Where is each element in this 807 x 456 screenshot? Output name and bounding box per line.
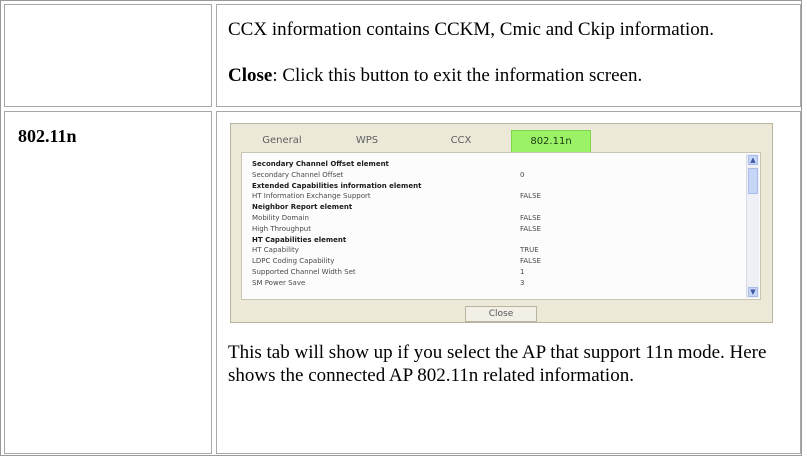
info-section-header: HT Capabilities element [252, 235, 732, 246]
info-value: FALSE [520, 192, 541, 201]
info-row: HT Information Exchange Support FALSE [252, 191, 732, 202]
table-cell-empty [4, 4, 212, 107]
info-section-header: Extended Capabilities information elemen… [252, 181, 732, 192]
embedded-screenshot: General WPS CCX 802.11n Secondary Channe… [230, 123, 773, 323]
info-key: HT Capabilities element [252, 235, 347, 244]
scroll-up-arrow-icon[interactable]: ▲ [748, 155, 758, 165]
close-definition: : Click this button to exit the informat… [272, 65, 643, 86]
info-key: LDPC Coding Capability [252, 257, 335, 266]
info-key: Neighbor Report element [252, 203, 353, 212]
info-value: FALSE [520, 257, 541, 266]
table-cell-ccx-description: CCX information contains CCKM, Cmic and … [216, 4, 801, 107]
info-row: SM Power Save 3 [252, 278, 732, 289]
document-table: CCX information contains CCKM, Cmic and … [0, 0, 802, 456]
table-cell-80211n-content: General WPS CCX 802.11n Secondary Channe… [216, 111, 801, 454]
info-value: 1 [520, 267, 525, 276]
tab-bar: General WPS CCX 802.11n [241, 130, 761, 153]
tab-80211n[interactable]: 802.11n [511, 130, 591, 153]
info-key: HT Information Exchange Support [252, 192, 371, 201]
vertical-scrollbar[interactable]: ▲ ▼ [746, 154, 759, 298]
info-row: LDPC Coding Capability FALSE [252, 256, 732, 267]
info-value: FALSE [520, 213, 541, 222]
info-key: Secondary Channel Offset [252, 170, 344, 179]
info-key: Secondary Channel Offset element [252, 160, 389, 168]
info-key: SM Power Save [252, 278, 306, 287]
tab-wps[interactable]: WPS [323, 130, 411, 153]
info-section-header: Neighbor Report element [252, 202, 732, 213]
scroll-thumb[interactable] [748, 168, 758, 194]
close-button[interactable]: Close [465, 306, 537, 322]
info-key: High Throughput [252, 224, 311, 233]
info-value: TRUE [520, 246, 539, 255]
80211n-description-paragraph: This tab will show up if you select the … [228, 342, 767, 386]
close-term: Close [228, 65, 273, 86]
table-cell-80211n-label: 802.11n [4, 111, 212, 454]
info-value: FALSE [520, 224, 541, 233]
info-key: Supported Channel Width Set [252, 267, 356, 276]
info-key: Mobility Domain [252, 213, 309, 222]
info-row: Secondary Channel Offset 0 [252, 170, 732, 181]
info-list: Secondary Channel Offset element Secondar… [252, 159, 732, 289]
ccx-info-paragraph: CCX information contains CCKM, Cmic and … [228, 19, 715, 40]
section-heading-80211n: 802.11n [18, 126, 77, 146]
info-key: HT Capability [252, 246, 299, 255]
close-description-paragraph: Close: Click this button to exit the inf… [228, 64, 788, 87]
info-row: High Throughput FALSE [252, 224, 732, 235]
info-list-panel: Secondary Channel Offset element Secondar… [241, 152, 761, 300]
info-value: 0 [520, 170, 525, 179]
tab-general[interactable]: General [241, 130, 323, 153]
tab-ccx[interactable]: CCX [411, 130, 511, 153]
info-section-header: Secondary Channel Offset element [252, 159, 732, 170]
info-key: Extended Capabilities information elemen… [252, 181, 422, 190]
info-row: HT Capability TRUE [252, 245, 732, 256]
info-row: Supported Channel Width Set 1 [252, 267, 732, 278]
scroll-down-arrow-icon[interactable]: ▼ [748, 287, 758, 297]
info-value: 3 [520, 278, 525, 287]
info-row: Mobility Domain FALSE [252, 213, 732, 224]
